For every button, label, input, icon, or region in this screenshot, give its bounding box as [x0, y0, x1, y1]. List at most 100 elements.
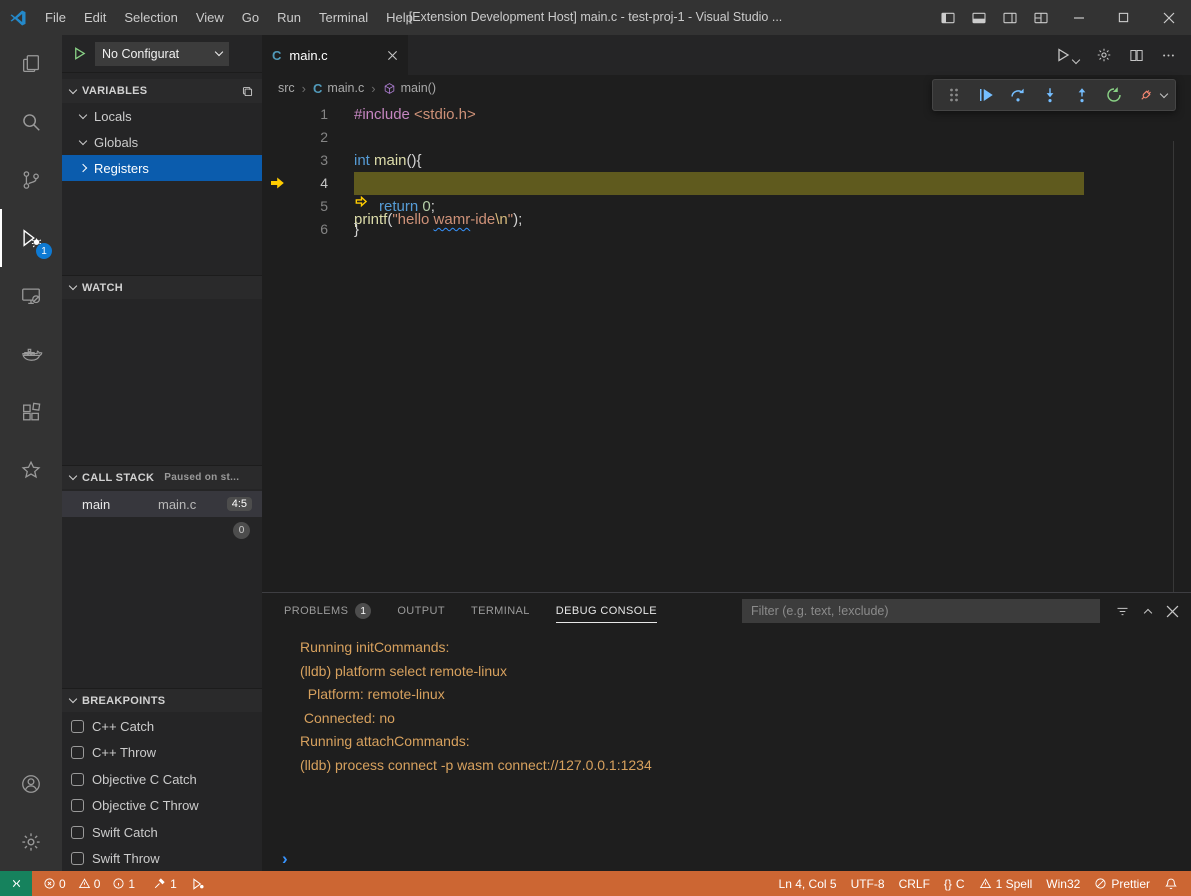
account-icon[interactable]	[0, 755, 62, 813]
explorer-icon[interactable]	[0, 35, 62, 93]
close-window-button[interactable]	[1146, 0, 1191, 35]
watch-section-header[interactable]: WATCH	[62, 275, 262, 299]
close-tab-icon[interactable]	[387, 50, 398, 61]
close-panel-icon[interactable]	[1166, 605, 1179, 618]
more-actions-icon[interactable]	[1161, 48, 1176, 63]
code-line[interactable]: 2	[262, 126, 1191, 149]
variables-section-header[interactable]: VARIABLES	[62, 79, 262, 103]
breakpoint-gutter[interactable]	[262, 126, 292, 149]
restart-button[interactable]	[1101, 82, 1127, 108]
menu-view[interactable]: View	[187, 0, 233, 35]
debug-console-filter-input[interactable]	[742, 599, 1100, 623]
source-control-icon[interactable]	[0, 151, 62, 209]
cursor-position[interactable]: Ln 4, Col 5	[772, 871, 844, 896]
tab-main-c[interactable]: C main.c	[262, 35, 408, 75]
toggle-secondary-sidebar-icon[interactable]	[994, 0, 1025, 35]
step-over-button[interactable]	[1005, 82, 1031, 108]
menu-terminal[interactable]: Terminal	[310, 0, 377, 35]
call-stack-frame-row[interactable]: main main.c 4:5	[62, 491, 262, 517]
docker-icon[interactable]	[0, 325, 62, 383]
console-input-row[interactable]: ›	[262, 847, 1191, 871]
scrollbar[interactable]	[1173, 141, 1174, 592]
breakpoint-row[interactable]: Swift Catch	[62, 819, 262, 846]
disconnect-button[interactable]	[1133, 82, 1159, 108]
checkbox-unchecked[interactable]	[71, 826, 84, 839]
step-out-button[interactable]	[1069, 82, 1095, 108]
split-editor-icon[interactable]	[1129, 48, 1144, 63]
extensions-icon[interactable]	[0, 383, 62, 441]
debug-config-select[interactable]: No Configurat	[95, 42, 229, 66]
code-line[interactable]: 3int main(){	[262, 149, 1191, 172]
remote-explorer-icon[interactable]	[0, 267, 62, 325]
breakpoint-gutter[interactable]	[262, 103, 292, 126]
session-picker-chevron-icon[interactable]	[1160, 89, 1168, 97]
editor-settings-gear-icon[interactable]	[1096, 47, 1112, 63]
variables-item-registers[interactable]: Registers	[62, 155, 262, 181]
variables-item-locals[interactable]: Locals	[62, 103, 262, 129]
notifications-bell-icon[interactable]	[1157, 871, 1185, 896]
console-output[interactable]: Running initCommands:(lldb) platform sel…	[262, 629, 1191, 847]
filter-lines-icon[interactable]	[1115, 604, 1130, 619]
settings-gear-icon[interactable]	[0, 813, 62, 871]
breakpoint-row[interactable]: Objective C Catch	[62, 766, 262, 793]
menu-selection[interactable]: Selection	[115, 0, 186, 35]
menu-file[interactable]: File	[36, 0, 75, 35]
customize-layout-icon[interactable]	[1025, 0, 1056, 35]
panel-tab-terminal[interactable]: TERMINAL	[471, 593, 530, 629]
code-editor[interactable]: 1#include <stdio.h>23int main(){4 printf…	[262, 101, 1191, 592]
run-and-debug-icon[interactable]: 1	[0, 209, 62, 267]
toggle-sidebar-icon[interactable]	[932, 0, 963, 35]
copy-icon[interactable]	[241, 85, 254, 98]
breakpoint-gutter[interactable]	[262, 149, 292, 172]
watch-section-title: WATCH	[82, 282, 123, 294]
checkbox-unchecked[interactable]	[71, 799, 84, 812]
breakpoint-gutter[interactable]	[262, 195, 292, 218]
checkbox-unchecked[interactable]	[71, 852, 84, 865]
checkbox-unchecked[interactable]	[71, 773, 84, 786]
language-mode[interactable]: {} C	[937, 871, 972, 896]
panel-tab-problems[interactable]: PROBLEMS1	[284, 593, 371, 629]
encoding-indicator[interactable]: UTF-8	[844, 871, 892, 896]
minimize-button[interactable]	[1056, 0, 1101, 35]
breadcrumb-main-fn[interactable]: main()	[383, 81, 436, 95]
checkbox-unchecked[interactable]	[71, 746, 84, 759]
continue-button[interactable]	[973, 82, 999, 108]
panel-tab-output[interactable]: OUTPUT	[397, 593, 445, 629]
code-line[interactable]: 4 printf("hello wamr-ide\n");	[262, 172, 1191, 195]
maximize-panel-chevron-icon[interactable]	[1144, 608, 1152, 616]
breakpoints-section-header[interactable]: BREAKPOINTS	[62, 688, 262, 712]
toggle-panel-icon[interactable]	[963, 0, 994, 35]
menu-go[interactable]: Go	[233, 0, 268, 35]
execution-pointer-icon[interactable]	[262, 172, 292, 195]
panel-tab-debug-console[interactable]: DEBUG CONSOLE	[556, 593, 657, 629]
menu-edit[interactable]: Edit	[75, 0, 115, 35]
run-file-button[interactable]	[1055, 47, 1079, 63]
remote-indicator[interactable]	[0, 871, 32, 896]
breakpoint-row[interactable]: C++ Throw	[62, 740, 262, 767]
eol-indicator[interactable]: CRLF	[892, 871, 937, 896]
debug-status-icon[interactable]	[184, 871, 212, 896]
star-icon[interactable]	[0, 441, 62, 499]
start-debugging-button[interactable]	[72, 46, 87, 61]
step-into-button[interactable]	[1037, 82, 1063, 108]
platform-indicator[interactable]: Win32	[1039, 871, 1087, 896]
breadcrumb-src[interactable]: src	[278, 81, 295, 95]
breadcrumb-main-c[interactable]: C main.c	[313, 81, 364, 96]
breakpoint-row[interactable]: Objective C Throw	[62, 793, 262, 820]
breakpoint-row[interactable]: C++ Catch	[62, 713, 262, 740]
search-icon[interactable]	[0, 93, 62, 151]
spell-checker-status[interactable]: 1 Spell	[972, 871, 1040, 896]
variables-item-globals[interactable]: Globals	[62, 129, 262, 155]
problems-status[interactable]: 0 0 1	[32, 871, 146, 896]
menu-run[interactable]: Run	[268, 0, 310, 35]
chevron-down-icon	[69, 282, 77, 290]
chevron-down-icon	[69, 85, 77, 93]
drag-grip-icon[interactable]	[941, 82, 967, 108]
formatter-status[interactable]: Prettier	[1087, 871, 1157, 896]
tools-indicator[interactable]: 1	[146, 871, 184, 896]
checkbox-unchecked[interactable]	[71, 720, 84, 733]
breakpoint-gutter[interactable]	[262, 218, 292, 241]
call-stack-section-header[interactable]: CALL STACK Paused on st...	[62, 465, 262, 489]
maximize-button[interactable]	[1101, 0, 1146, 35]
breakpoint-row[interactable]: Swift Throw	[62, 846, 262, 872]
